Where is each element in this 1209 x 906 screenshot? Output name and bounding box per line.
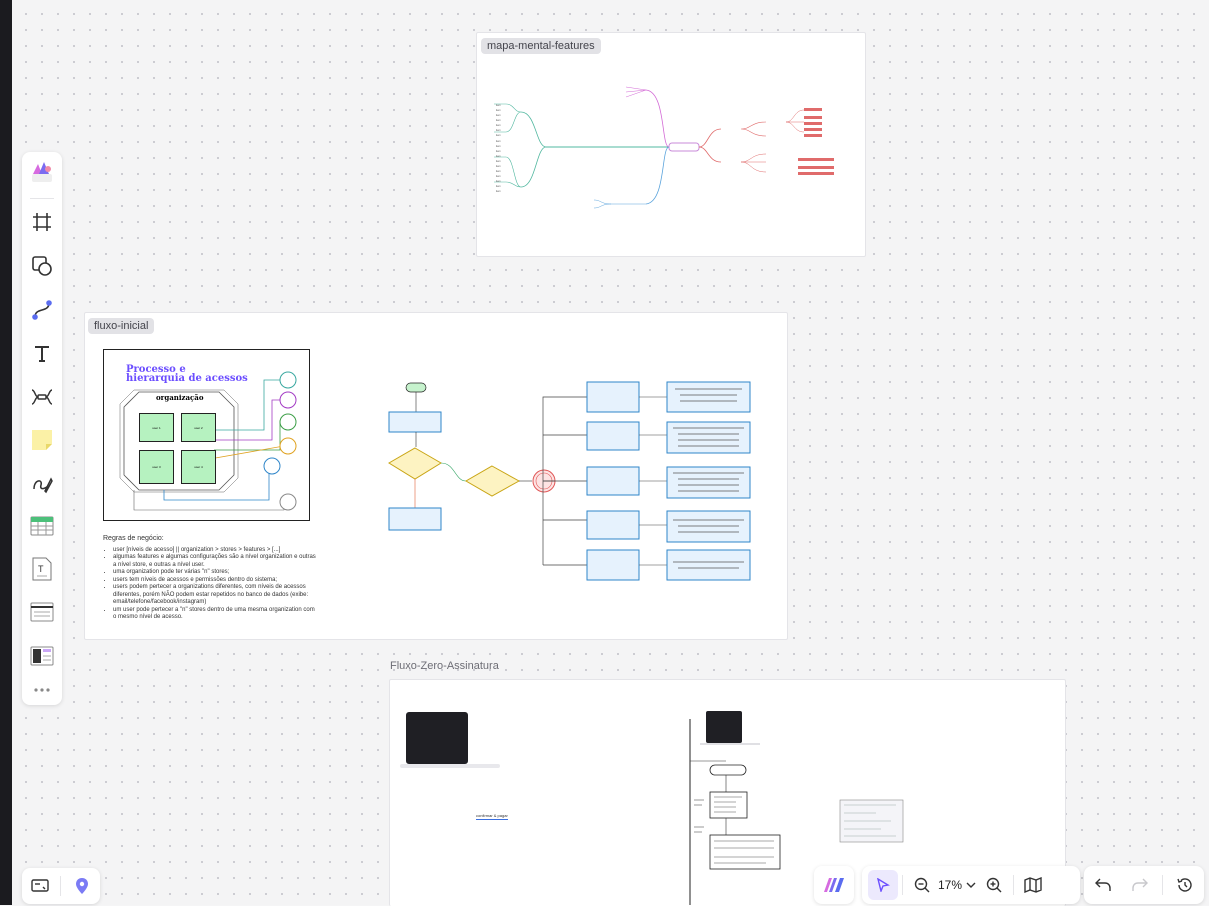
zero-flow-caption: confirmar & pagar <box>476 813 508 820</box>
svg-text:item: item <box>496 145 501 148</box>
shape-icon[interactable] <box>28 252 56 280</box>
list-icon[interactable] <box>28 598 56 626</box>
svg-text:item: item <box>496 134 501 137</box>
zoom-level[interactable]: 17% <box>937 878 963 892</box>
svg-text:item: item <box>496 165 501 168</box>
laptop-base <box>400 764 500 768</box>
history-controls <box>1084 866 1204 904</box>
history-icon[interactable] <box>1170 870 1200 900</box>
app-logo-button[interactable] <box>814 866 854 904</box>
svg-text:T: T <box>38 564 44 574</box>
svg-text:item: item <box>496 170 501 173</box>
template-icon[interactable] <box>28 642 56 670</box>
frame-icon[interactable] <box>28 208 56 236</box>
business-rule-item: users tem níveis de acessos e permissões… <box>113 577 318 585</box>
business-rules-heading: Regras de negócio: <box>103 535 164 542</box>
business-rule-item: uma organization pode ter várias "n" sto… <box>113 569 318 577</box>
svg-text:item: item <box>496 129 501 132</box>
svg-text:item: item <box>496 150 501 153</box>
business-rule-item: user [níveis de acesso] || organization … <box>113 547 318 555</box>
store-box: user 1 <box>139 413 174 442</box>
svg-text:item: item <box>496 190 501 193</box>
business-rule-item: algumas features e algumas configurações… <box>113 554 318 569</box>
text-icon[interactable] <box>28 340 56 368</box>
logo-icon[interactable] <box>28 158 56 186</box>
svg-text:item: item <box>496 140 501 143</box>
divider <box>902 875 903 895</box>
zoom-in-icon[interactable] <box>979 870 1009 900</box>
store-box: user 4 <box>181 450 216 484</box>
chevron-down-icon[interactable] <box>963 870 979 900</box>
initial-flow-frame-label[interactable]: fluxo-inicial <box>88 318 155 334</box>
svg-text:item: item <box>496 160 501 163</box>
sticky-note-icon[interactable] <box>28 426 56 454</box>
svg-text:item: item <box>496 175 501 178</box>
location-icon[interactable] <box>67 871 97 901</box>
svg-text:item: item <box>496 180 501 183</box>
svg-text:item: item <box>496 185 501 188</box>
window-left-edge <box>0 0 12 905</box>
divider <box>1162 875 1164 895</box>
table-icon[interactable] <box>28 512 56 540</box>
svg-text:item: item <box>496 104 501 107</box>
pointer-icon[interactable] <box>868 870 898 900</box>
svg-text:item: item <box>496 109 501 112</box>
toolbar-separator <box>30 198 54 199</box>
divider <box>60 876 62 896</box>
divider <box>1013 875 1014 895</box>
zoom-out-icon[interactable] <box>907 870 937 900</box>
undo-icon[interactable] <box>1088 870 1118 900</box>
left-toolbar: T <box>22 152 62 705</box>
affine-icon <box>824 878 844 892</box>
more-icon[interactable] <box>28 676 56 704</box>
business-rule-item: users podem pertecer a organizations dif… <box>113 584 318 607</box>
business-rules-list: user [níveis de acesso] || organization … <box>103 547 318 622</box>
business-rule-item: um user pode pertecer a "n" stores dentr… <box>113 607 318 622</box>
pen-icon[interactable] <box>28 470 56 498</box>
map-icon[interactable] <box>1018 870 1048 900</box>
business-rules: Regras de negócio: user [níveis de acess… <box>103 535 318 622</box>
redo-icon[interactable] <box>1125 870 1155 900</box>
present-icon[interactable] <box>25 871 55 901</box>
zoom-controls: 17% <box>862 866 1080 904</box>
mind-map-diagram: item item item item item item item item item i… <box>494 86 834 209</box>
svg-text:item: item <box>496 119 501 122</box>
laptop-mockup <box>406 712 468 764</box>
svg-text:item: item <box>496 124 501 127</box>
access-flowchart <box>388 381 751 581</box>
svg-text:item: item <box>496 155 501 158</box>
zero-flow-frame-label[interactable]: Fluxo-Zero-Assinatura <box>390 660 499 672</box>
hierarchy-org-label: organização <box>156 393 204 402</box>
hierarchy-card: Processo e hierarquia de acessos organiz… <box>103 349 310 521</box>
store-box: user 2 <box>181 413 216 442</box>
svg-text:item: item <box>496 114 501 117</box>
mindmap-icon[interactable] <box>28 383 56 411</box>
store-box: user 3 <box>139 450 174 484</box>
bottom-left-controls <box>22 868 100 904</box>
document-icon[interactable]: T <box>28 555 56 583</box>
connector-icon[interactable] <box>28 296 56 324</box>
